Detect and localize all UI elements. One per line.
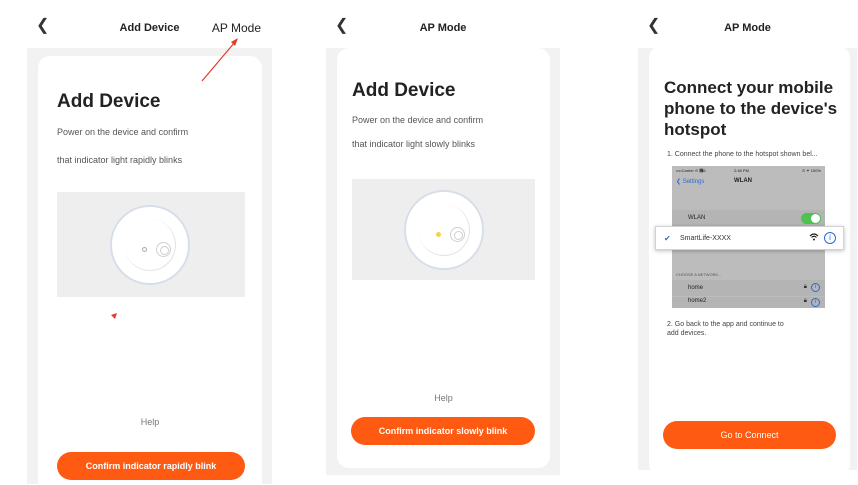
network-name: home — [688, 285, 704, 291]
wifi-icon — [809, 233, 819, 243]
help-link[interactable]: Help — [38, 417, 262, 427]
lock-wifi-icon: 🔒︎ — [803, 298, 807, 304]
page-title-line-3: hotspot — [664, 120, 727, 139]
carrier-text: ••••Carrier ⊙ ὏6 — [676, 168, 706, 173]
nav-title: AP Mode — [724, 22, 771, 34]
network-row-home: home 🔒︎ i — [672, 280, 825, 296]
indicator-light — [142, 247, 147, 252]
wlan-toggle — [801, 213, 821, 224]
highlighted-network-row: ✔ SmartLife-XXXX i — [655, 226, 844, 250]
step-2-line-1: 2. Go back to the app and continue to — [667, 321, 784, 328]
page-title: Add Device — [352, 80, 456, 101]
wlan-toggle-row: WLAN — [672, 210, 825, 226]
info-icon: i — [811, 298, 820, 307]
device-illustration — [57, 192, 245, 297]
go-to-connect-button[interactable]: Go to Connect — [663, 421, 836, 449]
wlan-title: WLAN — [734, 178, 752, 184]
screenshot-nav: ❮ Settings WLAN — [672, 175, 825, 190]
page-title-line-2: phone to the device's — [664, 99, 838, 118]
nav-bar: ❮ Add Device AP Mode — [27, 8, 272, 48]
ap-mode-link[interactable]: AP Mode — [212, 21, 261, 35]
choose-network-label: CHOOSE A NETWORK... — [676, 272, 722, 277]
status-bar: ••••Carrier ⊙ ὏6 2:48 PM ⊙ ✶ 100% — [672, 166, 825, 175]
content-card: Add Device Power on the device and confi… — [337, 48, 550, 468]
settings-back-label: ❮ Settings — [676, 179, 705, 185]
info-icon: i — [824, 232, 836, 244]
device-image — [404, 190, 484, 270]
nav-bar: ❮ AP Mode — [638, 8, 857, 48]
reset-button-graphic — [450, 227, 465, 242]
network-name: home2 — [688, 298, 707, 304]
time-text: 2:48 PM — [734, 168, 749, 173]
page-title: Add Device — [57, 91, 161, 112]
network-row-home2: home2 🔒︎ i — [672, 297, 825, 308]
content-card: Connect your mobile phone to the device'… — [649, 46, 850, 470]
phone-screen-add-device-rapid: ❮ Add Device AP Mode Add Device Power on… — [27, 8, 272, 484]
indicator-light — [436, 232, 441, 237]
step-2-line-2: add devices. — [667, 330, 707, 337]
hotspot-name: SmartLife-XXXX — [680, 235, 731, 242]
description-line-2: that indicator light slowly blinks — [352, 139, 476, 149]
help-link[interactable]: Help — [337, 393, 550, 403]
description-line-1: Power on the device and confirm — [57, 127, 189, 137]
nav-bar: ❮ AP Mode — [326, 8, 560, 48]
nav-title: AP Mode — [419, 22, 467, 34]
wlan-label: WLAN — [688, 215, 706, 221]
confirm-slow-blink-button[interactable]: Confirm indicator slowly blink — [351, 417, 535, 445]
battery-text: ⊙ ✶ 100% — [801, 168, 821, 173]
device-image — [110, 205, 190, 285]
phone-screen-connect-hotspot: ❮ AP Mode Connect your mobile phone to t… — [638, 8, 857, 470]
phone-screen-add-device-slow: ❮ AP Mode Add Device Power on the device… — [326, 8, 560, 475]
content-card: Add Device Power on the device and confi… — [38, 56, 262, 484]
lock-wifi-icon: 🔒︎ — [803, 284, 807, 290]
step-1-text: 1. Connect the phone to the hotspot show… — [667, 151, 818, 158]
info-icon: i — [811, 283, 820, 292]
device-illustration — [352, 179, 535, 280]
checkmark-icon: ✔ — [664, 234, 671, 243]
confirm-rapid-blink-button[interactable]: Confirm indicator rapidly blink — [57, 452, 245, 480]
reset-button-graphic — [156, 242, 171, 257]
page-title-line-1: Connect your mobile — [664, 78, 834, 97]
description-line-2: that indicator light rapidly blinks — [57, 155, 183, 165]
